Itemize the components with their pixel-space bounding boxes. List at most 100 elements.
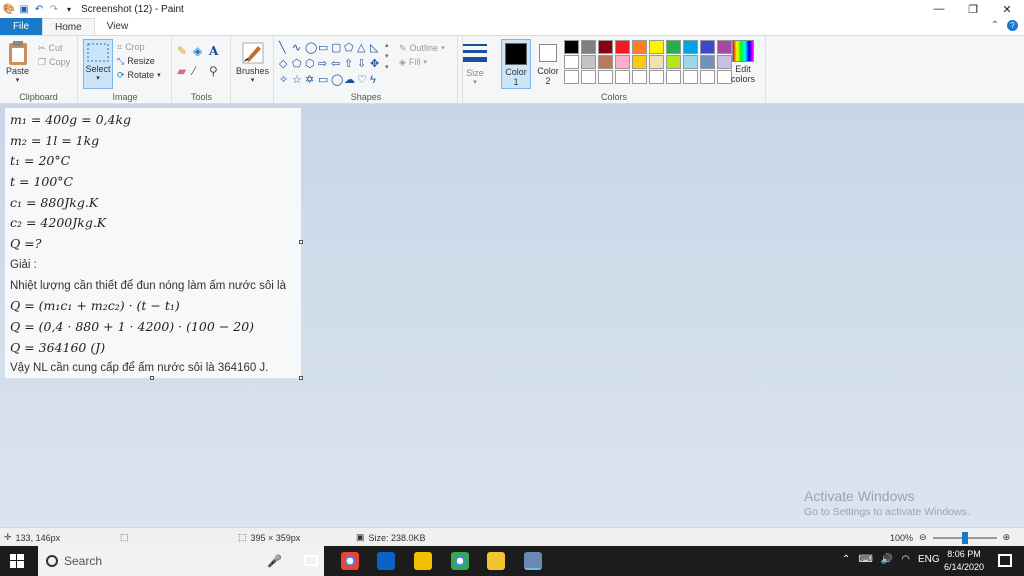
cut-button[interactable]: ✂ Cut [38, 41, 70, 55]
tools-group-label: Tools [190, 92, 212, 102]
zoom-slider[interactable] [932, 531, 997, 544]
save-icon[interactable]: ▣ [18, 3, 30, 15]
eraser-icon[interactable]: ▰ [177, 64, 193, 78]
ribbon-tabs: File Home View ⌃ ? [0, 18, 1024, 35]
image-text-line: c₁ = 880Jkg.K [10, 194, 99, 210]
image-text-line: m₁ = 400g = 0,4kg [10, 112, 132, 127]
tab-home[interactable]: Home [42, 18, 95, 35]
shapes-group-label: Shapes [350, 92, 382, 102]
colors-group: Colors [462, 36, 766, 104]
fill-button[interactable]: ◈ Fill ▾ [399, 55, 445, 69]
color-picker-icon[interactable]: ⁄ [193, 64, 209, 78]
file-explorer-icon[interactable] [487, 552, 505, 570]
paste-button[interactable]: Paste ▾ [6, 40, 29, 84]
curve-shape-icon: ∿ [292, 42, 302, 54]
tray-chevron-icon[interactable]: ⌃ [842, 554, 850, 565]
scissors-icon: ✂ [38, 42, 46, 53]
selection-icon: ⬚ [120, 532, 129, 542]
image-group-label: Image [112, 92, 138, 102]
cortana-circle-icon [46, 555, 58, 567]
watermark-subtitle: Go to Settings to activate Windows. [804, 506, 970, 518]
crop-button[interactable]: ⌗ Crop [117, 40, 161, 54]
brushes-group[interactable]: Brushes ▾ [232, 36, 274, 104]
shapes-gallery[interactable]: ╲ ∿ ◯ ▭ ▢ ⬠ △ ◺ ◇ ⬠ ⬡ ⇨ ⇦ ⇧ ⇩ ✥ ✧ ☆ ✡ ▭ ◯ ☁ ♡ ϟ [279, 41, 391, 87]
fill-bucket-icon[interactable]: ◈ [193, 44, 209, 58]
chrome-profile-icon[interactable] [451, 552, 469, 570]
disk-icon: ▣ [356, 532, 365, 542]
lightning-shape-icon: ϟ [370, 74, 376, 86]
clipboard-group-label: Clipboard [19, 92, 58, 102]
window-title: Screenshot (12) - Paint [81, 3, 184, 15]
clipboard-group: Paste ▾ ✂ Cut ❐ Copy Clipboard [0, 36, 78, 104]
right-arrow-shape-icon: ⇨ [318, 58, 328, 70]
cursor-position-icon: ✛ [4, 532, 12, 542]
diamond-shape-icon: ◇ [279, 58, 288, 70]
zoom-out-icon[interactable]: ⊖ [919, 532, 927, 543]
notifications-icon[interactable] [998, 554, 1012, 567]
outline-icon: ✎ [399, 42, 407, 53]
windows-logo-icon [10, 554, 24, 568]
tab-view[interactable]: View [95, 18, 141, 35]
image-text-line: m₂ = 1l = 1kg [10, 132, 100, 148]
callout-oval-shape-icon: ◯ [331, 74, 344, 86]
redo-icon[interactable]: ↷ [48, 3, 60, 15]
taskbar: Search 🎤 ⌃ ⌨ 🔊 ◠ ENG 8:06 PM 6/14/2020 [0, 546, 1024, 576]
copy-button[interactable]: ❐ Copy [38, 55, 70, 69]
taskbar-search[interactable]: Search 🎤 [38, 546, 324, 576]
select-button[interactable]: Select ▾ [83, 39, 113, 89]
minimize-button[interactable]: — [922, 0, 956, 18]
status-bar: ✛ 133, 146px ⬚ ⬚ 395 × 359px ▣ Size: 238.0K… [0, 527, 1024, 546]
copy-icon: ❐ [38, 56, 47, 67]
triangle-shape-icon: △ [357, 42, 366, 54]
brush-icon [242, 42, 264, 64]
image-text-line: Giải : [10, 258, 37, 271]
polygon-shape-icon: ⬠ [344, 42, 354, 54]
resize-button[interactable]: ⤡ Resize [117, 54, 161, 68]
maximize-button[interactable]: ❐ [956, 0, 990, 18]
selection-rect-icon [87, 43, 109, 62]
minimize-ribbon-icon[interactable]: ⌃ [991, 20, 999, 31]
resize-handle-corner[interactable] [299, 376, 303, 380]
star5-shape-icon: ☆ [292, 74, 302, 86]
image-text-line: Vậy NL cần cung cấp để ấm nước sôi là 36… [10, 362, 269, 375]
text-icon[interactable]: A [209, 44, 225, 58]
app-yellow-icon[interactable] [414, 552, 432, 570]
clock[interactable]: 8:06 PM 6/14/2020 [944, 548, 984, 574]
outlook-icon[interactable] [377, 552, 395, 570]
tools-group: ✎ ◈ A ▰ ⁄ ⚲ Tools [173, 36, 231, 104]
zoom-slider-thumb[interactable] [961, 531, 968, 544]
zoom-in-icon[interactable]: ⊕ [1003, 532, 1011, 543]
resize-handle-right[interactable] [299, 240, 303, 244]
magnifier-icon[interactable]: ⚲ [209, 64, 225, 78]
undo-icon[interactable]: ↶ [33, 3, 45, 15]
pasted-image[interactable]: m₁ = 400g = 0,4kg m₂ = 1l = 1kg t₁ = 20°C t… [5, 108, 301, 378]
close-button[interactable]: ✕ [990, 0, 1024, 18]
rotate-icon: ⟳ [117, 69, 125, 80]
help-icon[interactable]: ? [1007, 20, 1018, 31]
start-button[interactable] [10, 554, 24, 568]
zoom-level: 100% [890, 532, 914, 543]
star6-shape-icon: ✡ [305, 74, 315, 86]
language-indicator[interactable]: ENG [918, 554, 940, 565]
input-method-icon[interactable]: ⌨ [858, 554, 872, 565]
up-arrow-shape-icon: ⇧ [344, 58, 354, 70]
tab-file[interactable]: File [0, 18, 42, 35]
task-view-icon[interactable] [304, 555, 318, 566]
pentagon-shape-icon: ⬠ [292, 58, 302, 70]
shapes-scroll[interactable]: ▴ ▾ ▾ [385, 40, 389, 73]
four-arrow-shape-icon: ✥ [370, 58, 380, 70]
chrome-icon[interactable] [341, 552, 359, 570]
pencil-icon[interactable]: ✎ [177, 44, 193, 58]
clock-date: 6/14/2020 [943, 562, 984, 572]
paint-taskbar-icon[interactable] [524, 552, 542, 570]
outline-button[interactable]: ✎ Outline ▾ [399, 41, 445, 55]
cursor-position: 133, 146px [15, 532, 61, 543]
selection-size: 395 × 359px [250, 532, 301, 543]
microphone-icon[interactable]: 🎤 [267, 554, 282, 568]
volume-icon[interactable]: 🔊 [881, 554, 893, 565]
image-text-line: Q = 364160 (J) [10, 339, 106, 355]
resize-handle-bottom[interactable] [150, 376, 154, 380]
rotate-button[interactable]: ⟳ Rotate ▾ [117, 68, 161, 82]
customize-qa-icon[interactable]: ▾ [63, 3, 75, 15]
wifi-icon[interactable]: ◠ [901, 554, 910, 565]
